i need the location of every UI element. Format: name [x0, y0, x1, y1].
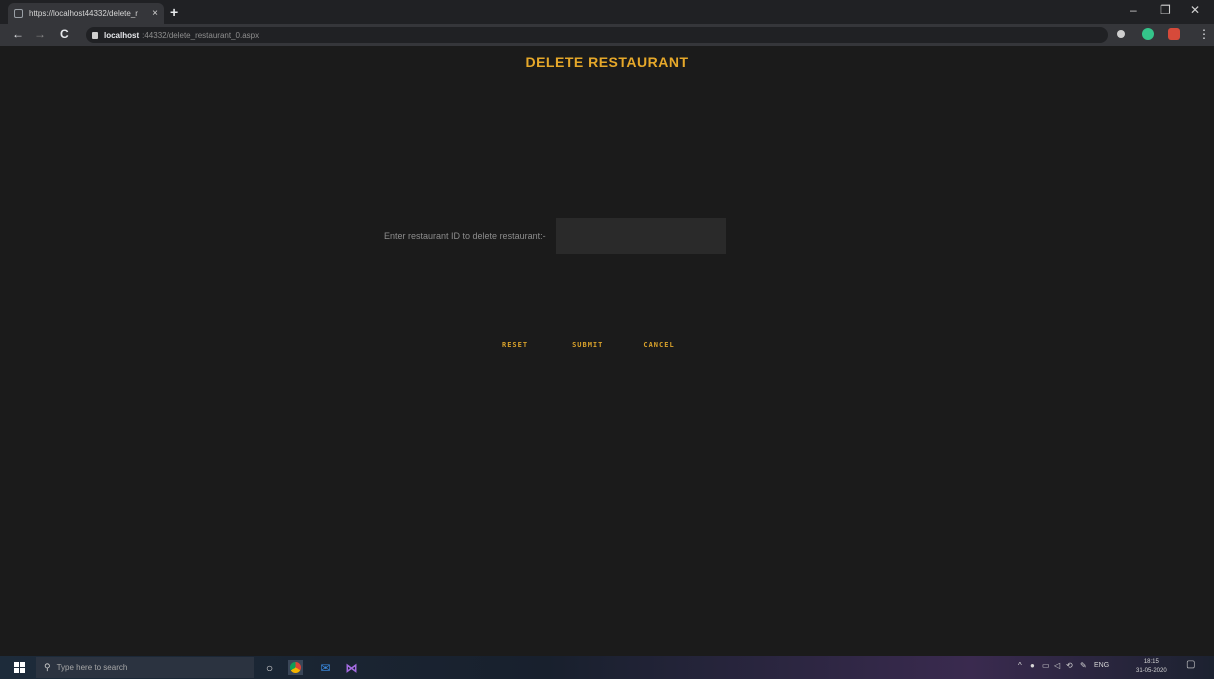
reset-button[interactable]: RESET: [502, 341, 528, 349]
sync-icon[interactable]: ⟲: [1066, 661, 1073, 670]
lock-icon: [92, 31, 98, 39]
taskbar: ⚲ Type here to search ○ ✉ ⋈ ^ ● ▭ ◁ ⟲ ✎ …: [0, 656, 1214, 679]
minimize-button[interactable]: –: [1130, 3, 1137, 17]
url-path: :44332/delete_restaurant_0.aspx: [142, 30, 260, 40]
browser-menu-button[interactable]: ⋮: [1198, 27, 1210, 41]
volume-icon[interactable]: ◁: [1054, 661, 1060, 670]
reload-button[interactable]: C: [60, 27, 69, 41]
clock-date: 31-05-2020: [1136, 668, 1167, 674]
tab-title: https://localhost44332/delete_r: [29, 9, 138, 18]
language-indicator[interactable]: ENG: [1094, 662, 1109, 669]
submit-button[interactable]: SUBMIT: [572, 341, 603, 349]
profile-icon[interactable]: [1168, 28, 1180, 40]
url-host: localhost: [104, 30, 140, 40]
network-icon[interactable]: ▭: [1042, 661, 1050, 670]
tray-chevron-icon[interactable]: ^: [1018, 661, 1022, 670]
page-icon: [14, 9, 23, 18]
action-buttons: RESET SUBMIT CANCEL: [502, 341, 675, 349]
task-view-icon[interactable]: ○: [262, 660, 277, 675]
extension-icon[interactable]: [1142, 28, 1154, 40]
back-button[interactable]: ←: [12, 27, 24, 41]
page-title: DELETE RESTAURANT: [525, 54, 689, 70]
search-icon: ⚲: [44, 662, 51, 672]
maximize-button[interactable]: ❐: [1160, 3, 1171, 17]
tab-close-icon[interactable]: ×: [152, 8, 158, 19]
restaurant-id-label: Enter restaurant ID to delete restaurant…: [384, 231, 546, 241]
forward-button[interactable]: →: [34, 27, 46, 41]
new-tab-button[interactable]: +: [170, 4, 178, 20]
notification-icon[interactable]: ▢: [1186, 659, 1195, 670]
browser-tab[interactable]: https://localhost44332/delete_r ×: [8, 3, 164, 24]
page-content: DELETE RESTAURANT Enter restaurant ID to…: [0, 46, 1214, 656]
windows-start-icon[interactable]: [14, 662, 25, 673]
tray-app-icon[interactable]: ●: [1030, 661, 1035, 670]
delete-form: Enter restaurant ID to delete restaurant…: [384, 218, 726, 254]
address-bar[interactable]: localhost :44332/delete_restaurant_0.asp…: [86, 27, 1108, 43]
taskbar-search[interactable]: ⚲ Type here to search: [36, 657, 254, 678]
search-placeholder: Type here to search: [56, 663, 128, 672]
browser-toolbar: ← → C localhost :44332/delete_restaurant…: [0, 24, 1214, 46]
clock[interactable]: 18:15 31-05-2020: [1136, 658, 1167, 676]
star-icon[interactable]: [1117, 30, 1125, 38]
pen-icon[interactable]: ✎: [1080, 661, 1087, 670]
close-window-button[interactable]: ✕: [1190, 3, 1200, 17]
browser-titlebar: https://localhost44332/delete_r × + – ❐ …: [0, 0, 1214, 24]
restaurant-id-input[interactable]: [555, 218, 726, 254]
cancel-button[interactable]: CANCEL: [643, 341, 674, 349]
visual-studio-icon[interactable]: ⋈: [344, 660, 359, 675]
mail-icon[interactable]: ✉: [318, 660, 333, 675]
clock-time: 18:15: [1143, 659, 1159, 665]
chrome-icon[interactable]: [288, 660, 303, 675]
